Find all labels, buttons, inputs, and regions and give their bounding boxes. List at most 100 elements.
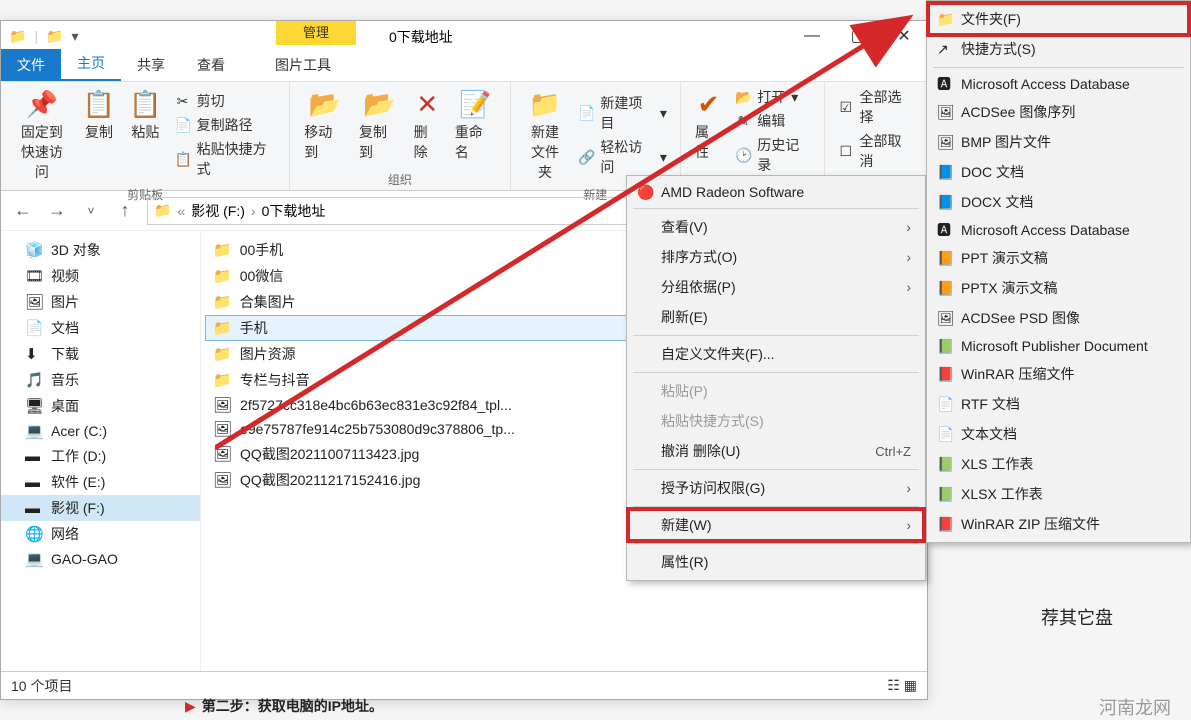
sidebar-item[interactable]: 🖥桌面 [1, 393, 200, 419]
details-view-icon[interactable]: ☷ [887, 677, 900, 694]
copy-path-button[interactable]: 📄复制路径 [172, 114, 280, 136]
menu-item-label: 排序方式(O) [661, 247, 737, 267]
sidebar-item[interactable]: 🌐网络 [1, 521, 200, 547]
new-submenu-item[interactable]: 📄RTF 文档 [929, 389, 1188, 419]
context-menu-item[interactable]: 🔴AMD Radeon Software [629, 179, 923, 205]
sidebar-item[interactable]: 💻GAO-GAO [1, 547, 200, 571]
context-menu-item[interactable]: 排序方式(O)› [629, 242, 923, 272]
file-icon: 📁 [213, 267, 232, 285]
sidebar-item[interactable]: 🎵音乐 [1, 367, 200, 393]
new-folder-icon[interactable]: 📁 [46, 28, 63, 45]
new-submenu-item[interactable]: 🅰Microsoft Access Database [929, 71, 1188, 97]
menu-item-label: XLSX 工作表 [961, 484, 1043, 504]
recent-dropdown[interactable]: ˅ [79, 199, 103, 223]
sidebar-item[interactable]: 🖼图片 [1, 289, 200, 315]
menu-shortcut: Ctrl+Z [875, 444, 911, 459]
properties-button[interactable]: ✔属性 [691, 86, 726, 176]
filetype-icon: 📕 [937, 366, 954, 383]
breadcrumb-root[interactable]: 影视 (F:) [191, 201, 245, 221]
new-submenu-item[interactable]: 📄文本文档 [929, 419, 1188, 449]
thumbnails-view-icon[interactable]: ▦ [904, 677, 917, 694]
new-folder-button[interactable]: 📁新建 文件夹 [521, 86, 570, 184]
menu-item-label: DOC 文档 [961, 162, 1024, 182]
new-submenu-item[interactable]: 📘DOCX 文档 [929, 187, 1188, 217]
context-menu-item[interactable]: 新建(W)› [629, 510, 923, 540]
paste-button[interactable]: 📋粘贴 [125, 86, 165, 184]
forward-button[interactable]: → [45, 199, 69, 223]
file-name: 图片资源 [240, 344, 296, 364]
new-submenu-item[interactable]: 📁文件夹(F) [929, 4, 1188, 34]
menu-item-label: WinRAR ZIP 压缩文件 [961, 514, 1100, 534]
breadcrumb-current[interactable]: 0下载地址 [262, 201, 326, 221]
file-icon: 📁 [213, 345, 232, 363]
tab-view[interactable]: 查看 [181, 49, 241, 81]
file-icon: 📁 [213, 319, 232, 337]
new-submenu-item[interactable]: 📙PPT 演示文稿 [929, 243, 1188, 273]
close-button[interactable]: ✕ [881, 21, 927, 51]
context-menu-item[interactable]: 查看(V)› [629, 212, 923, 242]
copyto-button[interactable]: 📂复制到 [355, 86, 404, 164]
history-button[interactable]: 🕑历史记录 [732, 134, 814, 176]
delete-button[interactable]: ✕删除 [410, 86, 445, 164]
menu-item-label: 授予访问权限(G) [661, 478, 765, 498]
select-all-button[interactable]: ☑全部选择 [835, 86, 917, 128]
tab-file[interactable]: 文件 [1, 49, 61, 81]
context-menu-item[interactable]: 分组依据(P)› [629, 272, 923, 302]
sidebar-item[interactable]: 🎞视频 [1, 263, 200, 289]
back-button[interactable]: ← [11, 199, 35, 223]
sidebar-item[interactable]: ▬软件 (E:) [1, 469, 200, 495]
sidebar-item[interactable]: 📄文档 [1, 315, 200, 341]
filetype-icon: 📕 [937, 516, 954, 533]
rename-button[interactable]: 📝重命名 [451, 86, 500, 164]
file-name: 00手机 [240, 240, 284, 260]
new-submenu-item[interactable]: 🖼BMP 图片文件 [929, 127, 1188, 157]
minimize-button[interactable]: — [789, 21, 835, 51]
sidebar-item[interactable]: 🧊3D 对象 [1, 237, 200, 263]
cut-button[interactable]: ✂剪切 [172, 90, 280, 112]
edit-button[interactable]: ✎编辑 [732, 110, 814, 132]
new-submenu-item[interactable]: 🖼ACDSee 图像序列 [929, 97, 1188, 127]
sidebar-item[interactable]: ▬影视 (F:) [1, 495, 200, 521]
easy-access-button[interactable]: 🔗轻松访问▾ [575, 136, 670, 178]
sidebar-item[interactable]: 💻Acer (C:) [1, 419, 200, 443]
sidebar-item[interactable]: ⬇下载 [1, 341, 200, 367]
open-button[interactable]: 📂打开▾ [732, 86, 814, 108]
tab-home[interactable]: 主页 [61, 47, 121, 81]
filetype-icon: 📙 [937, 250, 954, 267]
sidebar-item-icon: 🎵 [25, 371, 43, 389]
tab-picture-tools[interactable]: 图片工具 [259, 49, 347, 81]
context-menu-item[interactable]: 授予访问权限(G)› [629, 473, 923, 503]
context-menu-item[interactable]: 自定义文件夹(F)... [629, 339, 923, 369]
new-submenu-item[interactable]: ↗快捷方式(S) [929, 34, 1188, 64]
new-submenu-item[interactable]: 📙PPTX 演示文稿 [929, 273, 1188, 303]
moveto-button[interactable]: 📂移动到 [300, 86, 349, 164]
context-menu-item[interactable]: 撤消 删除(U)Ctrl+Z [629, 436, 923, 466]
context-menu-item[interactable]: 属性(R) [629, 547, 923, 577]
tab-share[interactable]: 共享 [121, 49, 181, 81]
paste-shortcut-button[interactable]: 📋粘贴快捷方式 [172, 138, 280, 180]
new-submenu-item[interactable]: 🖼ACDSee PSD 图像 [929, 303, 1188, 333]
new-submenu-item[interactable]: 📘DOC 文档 [929, 157, 1188, 187]
qat-dropdown-icon[interactable]: ▾ [72, 28, 79, 45]
context-menu-item[interactable]: 刷新(E) [629, 302, 923, 332]
new-submenu-item[interactable]: 📗XLSX 工作表 [929, 479, 1188, 509]
new-submenu-item[interactable]: 🅰Microsoft Access Database [929, 217, 1188, 243]
copy-button[interactable]: 📋复制 [79, 86, 119, 184]
pin-button[interactable]: 📌固定到 快速访问 [11, 86, 73, 184]
new-submenu-item[interactable]: 📗XLS 工作表 [929, 449, 1188, 479]
triangle-icon: ▶ [185, 698, 196, 715]
new-submenu-item[interactable]: 📕 WinRAR ZIP 压缩文件 [929, 509, 1188, 539]
sidebar-item-label: 网络 [51, 524, 79, 544]
new-submenu-item[interactable]: 📗Microsoft Publisher Document [929, 333, 1188, 359]
new-submenu-item[interactable]: 📕WinRAR 压缩文件 [929, 359, 1188, 389]
file-icon: 🖼 [213, 445, 232, 463]
context-menu-item: 粘贴快捷方式(S) [629, 406, 923, 436]
menu-item-label: DOCX 文档 [961, 192, 1033, 212]
up-button[interactable]: ↑ [113, 199, 137, 223]
maximize-button[interactable]: ▢ [835, 21, 881, 51]
filetype-icon: 🅰 [937, 220, 951, 240]
new-item-button[interactable]: 📄新建项目▾ [575, 92, 670, 134]
select-none-button[interactable]: ☐全部取消 [835, 130, 917, 172]
group-open: ✔属性 📂打开▾ ✎编辑 🕑历史记录 打开 [681, 82, 825, 190]
sidebar-item[interactable]: ▬工作 (D:) [1, 443, 200, 469]
